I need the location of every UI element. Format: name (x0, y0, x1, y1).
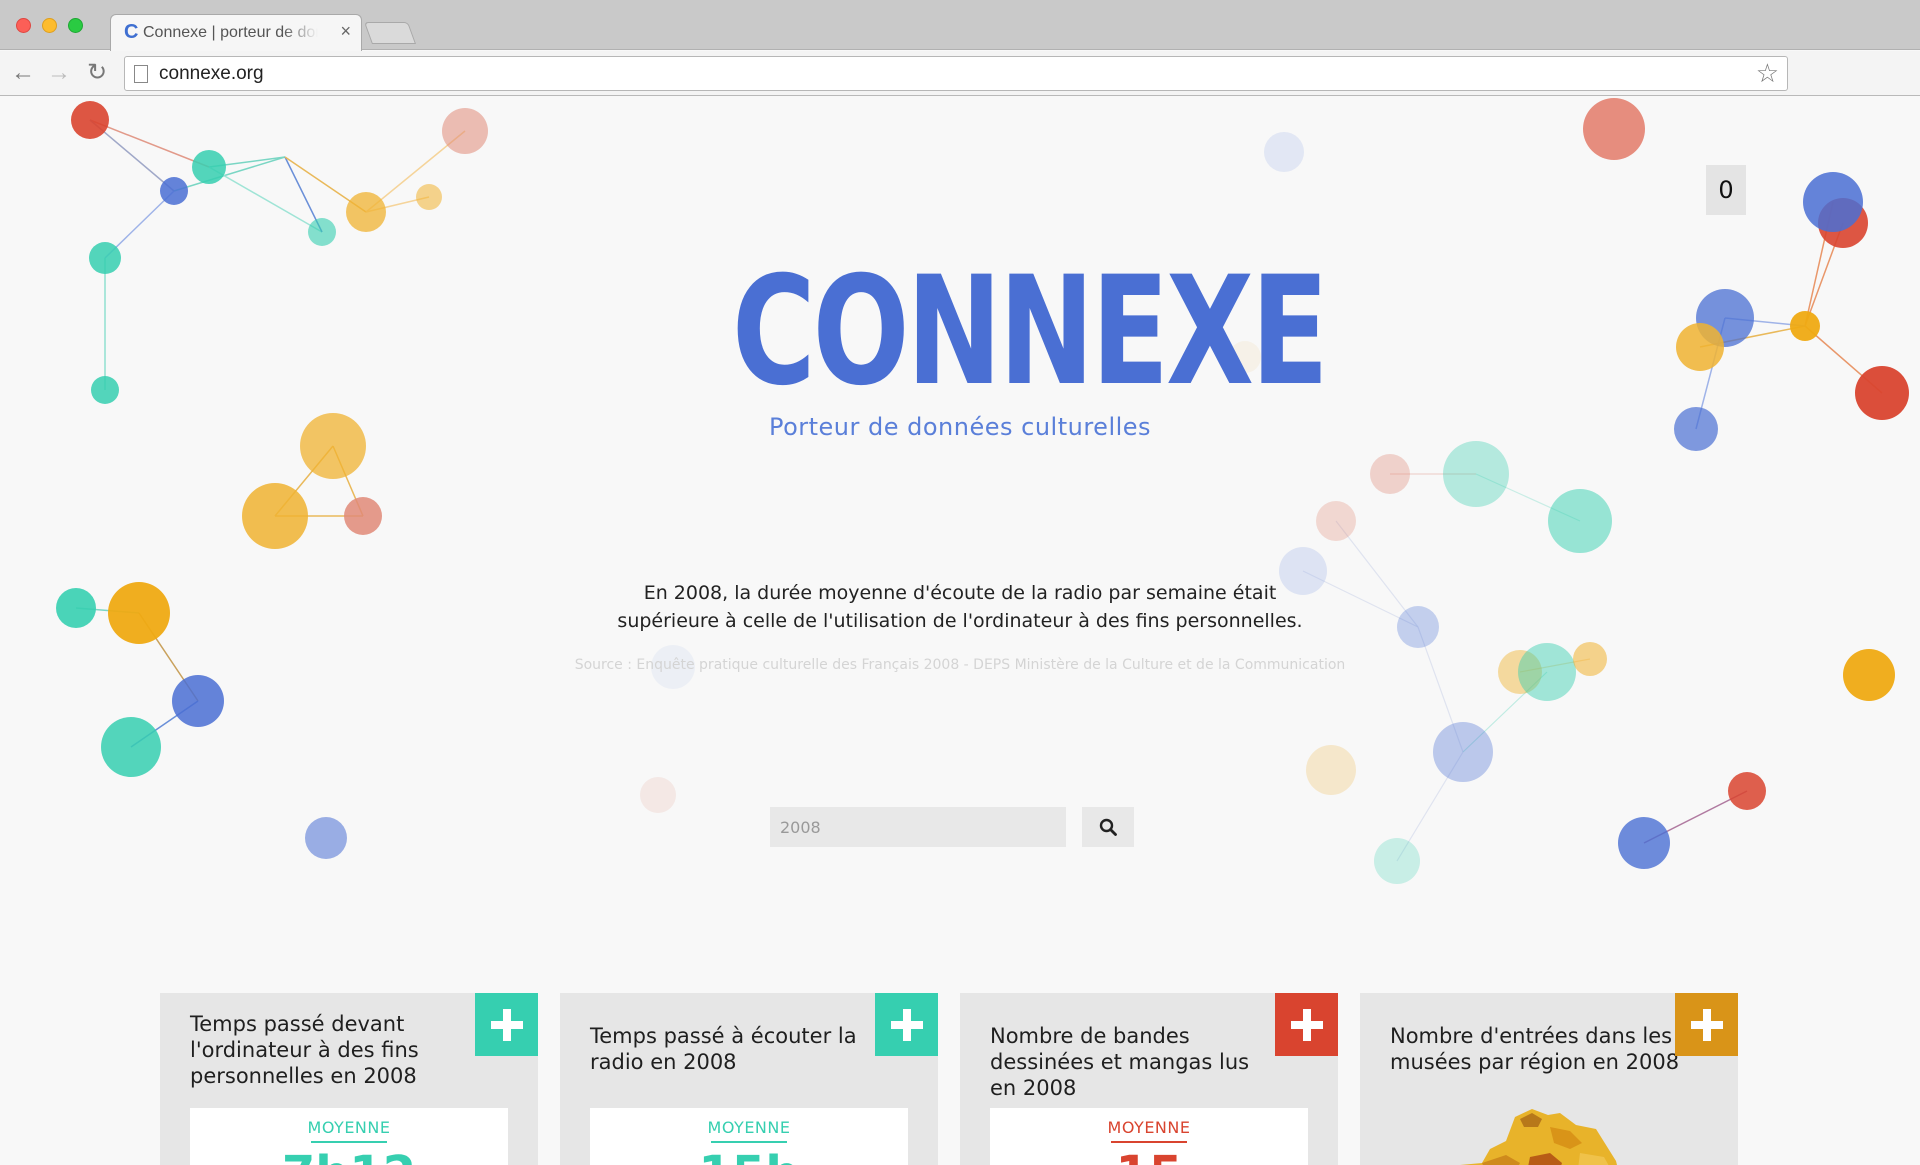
stat-card-computer[interactable]: Temps passé devant l'ordinateur à des fi… (160, 993, 538, 1165)
card-stat-panel: MOYENNE 15h (590, 1108, 908, 1165)
network-node (1370, 454, 1410, 494)
card-average-underline (711, 1141, 787, 1143)
network-node (344, 497, 382, 535)
browser-tab[interactable]: C Connexe | porteur de données culturell… (110, 14, 362, 51)
close-window-button[interactable] (16, 18, 31, 33)
france-map (1460, 1109, 1617, 1165)
network-node (1803, 172, 1863, 232)
card-average-value: 7h12 (190, 1150, 508, 1165)
network-node (1518, 643, 1576, 701)
network-node (108, 582, 170, 644)
search-icon (1099, 818, 1117, 836)
minimize-window-button[interactable] (42, 18, 57, 33)
network-node (416, 184, 442, 210)
address-bar[interactable]: connexe.org ☆ (124, 56, 1788, 91)
plus-icon (890, 1008, 923, 1041)
search-input[interactable] (770, 807, 1066, 847)
network-node (242, 483, 308, 549)
card-title: Temps passé à écouter la radio en 2008 (590, 1024, 857, 1074)
arrow-left-icon[interactable]: ← (10, 60, 36, 86)
expand-card-button[interactable] (1675, 993, 1738, 1056)
card-average-label: MOYENNE (307, 1118, 391, 1137)
expand-card-button[interactable] (1275, 993, 1338, 1056)
network-node (172, 675, 224, 727)
network-cluster-left-triangle (242, 413, 382, 549)
arrow-right-icon[interactable]: → (46, 60, 72, 86)
card-average-value: 15h (590, 1150, 908, 1165)
browser-toolbar: ← → ↻ connexe.org ☆ (0, 51, 1920, 96)
card-average-value: 15 (990, 1150, 1308, 1165)
connexe-favicon-icon: C (124, 21, 139, 43)
network-node (91, 376, 119, 404)
card-average-underline (1111, 1141, 1187, 1143)
stat-card-radio[interactable]: Temps passé à écouter la radio en 2008 M… (560, 993, 938, 1165)
site-tagline: Porteur de données culturelles (768, 413, 1152, 441)
tab-title: Connexe | porteur de données culturelles (143, 24, 318, 41)
network-node (1728, 772, 1766, 810)
stat-card-museums[interactable]: Nombre d'entrées dans les musées par rég… (1360, 993, 1738, 1165)
stat-card-comics[interactable]: Nombre de bandes dessinées et mangas lus… (960, 993, 1338, 1165)
network-node (1573, 642, 1607, 676)
network-node (56, 588, 96, 628)
network-node (1306, 745, 1356, 795)
network-node (1843, 649, 1895, 701)
zoom-window-button[interactable] (68, 18, 83, 33)
star-icon[interactable]: ☆ (1756, 60, 1779, 86)
network-node (1548, 489, 1612, 553)
network-node (300, 413, 366, 479)
network-faint-nodes (640, 132, 1304, 813)
expand-card-button[interactable] (875, 993, 938, 1056)
page-content: 0 CONNEXE Porteur de données culturelles… (0, 97, 1920, 1165)
plus-icon (490, 1008, 523, 1041)
reload-icon[interactable]: ↻ (84, 60, 110, 86)
card-title: Temps passé devant l'ordinateur à des fi… (190, 1012, 419, 1088)
network-node (1583, 98, 1645, 160)
browser-titlebar: C Connexe | porteur de données culturell… (0, 0, 1920, 51)
network-node (1855, 366, 1909, 420)
network-node (1790, 311, 1820, 341)
plus-icon (1690, 1008, 1723, 1041)
network-cluster-top-left (71, 101, 488, 404)
network-node (308, 218, 336, 246)
network-cluster-lower-right (1618, 649, 1895, 869)
network-cluster-left-lower (56, 582, 347, 859)
card-average-underline (311, 1141, 387, 1143)
network-node (89, 242, 121, 274)
network-node (1676, 323, 1724, 371)
card-average-label: MOYENNE (1107, 1118, 1191, 1137)
card-stat-panel: MOYENNE 15 (990, 1108, 1308, 1165)
network-node (101, 717, 161, 777)
network-node (1374, 838, 1420, 884)
network-node (1316, 501, 1356, 541)
network-node (1443, 441, 1509, 507)
card-stat-panel: MOYENNE 7h12 (190, 1108, 508, 1165)
network-node (192, 150, 226, 184)
network-node (1433, 722, 1493, 782)
network-node (442, 108, 488, 154)
fact-source: Source : Enquête pratique culturelle des… (574, 657, 1346, 673)
network-node (346, 192, 386, 232)
card-title: Nombre d'entrées dans les musées par rég… (1390, 1024, 1680, 1074)
network-node (1618, 817, 1670, 869)
close-icon[interactable]: × (340, 22, 351, 40)
plus-icon (1290, 1008, 1323, 1041)
fact-text: En 2008, la durée moyenne d'écoute de la… (617, 582, 1303, 632)
network-node (1397, 606, 1439, 648)
search-button[interactable] (1082, 807, 1134, 847)
expand-card-button[interactable] (475, 993, 538, 1056)
counter-badge[interactable]: 0 (1706, 165, 1746, 215)
site-logo[interactable]: CONNEXE (732, 257, 1329, 407)
url-text[interactable]: connexe.org (159, 64, 264, 84)
network-node (1674, 407, 1718, 451)
page-icon (134, 65, 148, 83)
network-node (160, 177, 188, 205)
card-title: Nombre de bandes dessinées et mangas lus… (990, 1024, 1250, 1100)
card-average-label: MOYENNE (707, 1118, 791, 1137)
network-node (305, 817, 347, 859)
network-node (71, 101, 109, 139)
network-cluster-top-right (1583, 98, 1909, 451)
new-tab-button[interactable] (363, 22, 417, 44)
